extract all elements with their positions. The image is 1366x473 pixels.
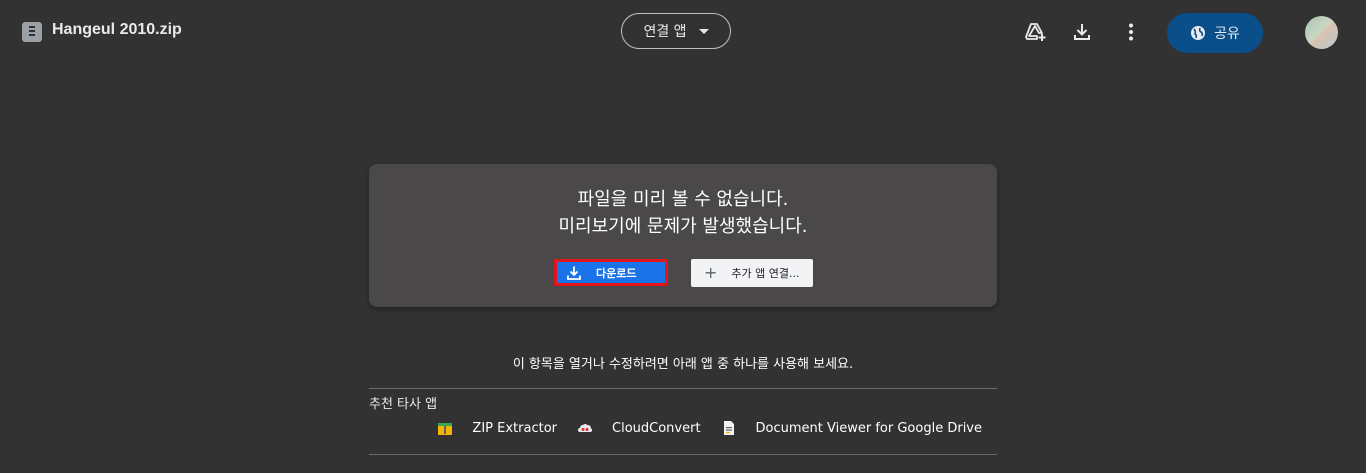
open-with-label: 연결 앱: [643, 24, 687, 40]
app-name: Document Viewer for Google Drive: [755, 420, 982, 436]
share-button[interactable]: 공유: [1167, 13, 1263, 53]
file-title: Hangeul 2010.zip: [52, 21, 182, 38]
globe-icon: [1191, 26, 1206, 40]
top-bar: Hangeul 2010.zip 연결 앱 공유: [0, 0, 1366, 64]
connect-more-apps-label: 추가 앱 연결...: [731, 267, 800, 280]
connect-more-apps-button[interactable]: + 추가 앱 연결...: [691, 259, 813, 287]
share-label: 공유: [1214, 26, 1240, 42]
open-with-button[interactable]: 연결 앱: [621, 13, 731, 49]
error-title: 파일을 미리 볼 수 없습니다.: [577, 189, 789, 210]
app-name: CloudConvert: [612, 420, 701, 436]
add-to-drive-icon[interactable]: [1023, 20, 1047, 44]
divider-bottom: [369, 454, 997, 455]
divider-top: [369, 388, 997, 389]
zip-extractor-icon: [437, 420, 453, 436]
more-vert-icon[interactable]: [1119, 20, 1143, 44]
avatar[interactable]: [1305, 16, 1338, 49]
app-name: ZIP Extractor: [472, 420, 557, 436]
suggested-apps-heading: 추천 타사 앱: [369, 397, 438, 412]
app-zip-extractor[interactable]: ZIP Extractor: [437, 420, 557, 436]
cloudconvert-icon: [577, 420, 593, 436]
error-subtitle: 미리보기에 문제가 발생했습니다.: [558, 216, 808, 237]
chevron-down-icon: [698, 28, 709, 34]
file-icon: [22, 22, 42, 42]
download-label: 다운로드: [596, 266, 637, 280]
download-icon: [566, 265, 582, 281]
app-cloudconvert[interactable]: CloudConvert: [577, 420, 701, 436]
suggested-apps-list: ZIP Extractor CloudConvert Document View…: [417, 420, 982, 436]
download-button[interactable]: 다운로드: [554, 259, 668, 286]
plus-icon: +: [704, 263, 718, 282]
app-document-viewer[interactable]: Document Viewer for Google Drive: [721, 420, 982, 436]
download-icon[interactable]: [1070, 20, 1094, 44]
open-with-hint: 이 항목을 열거나 수정하려면 아래 앱 중 하나를 사용해 보세요.: [512, 357, 854, 372]
document-viewer-icon: [721, 420, 737, 436]
preview-error-card: 파일을 미리 볼 수 없습니다. 미리보기에 문제가 발생했습니다. 다운로드 …: [369, 164, 997, 307]
